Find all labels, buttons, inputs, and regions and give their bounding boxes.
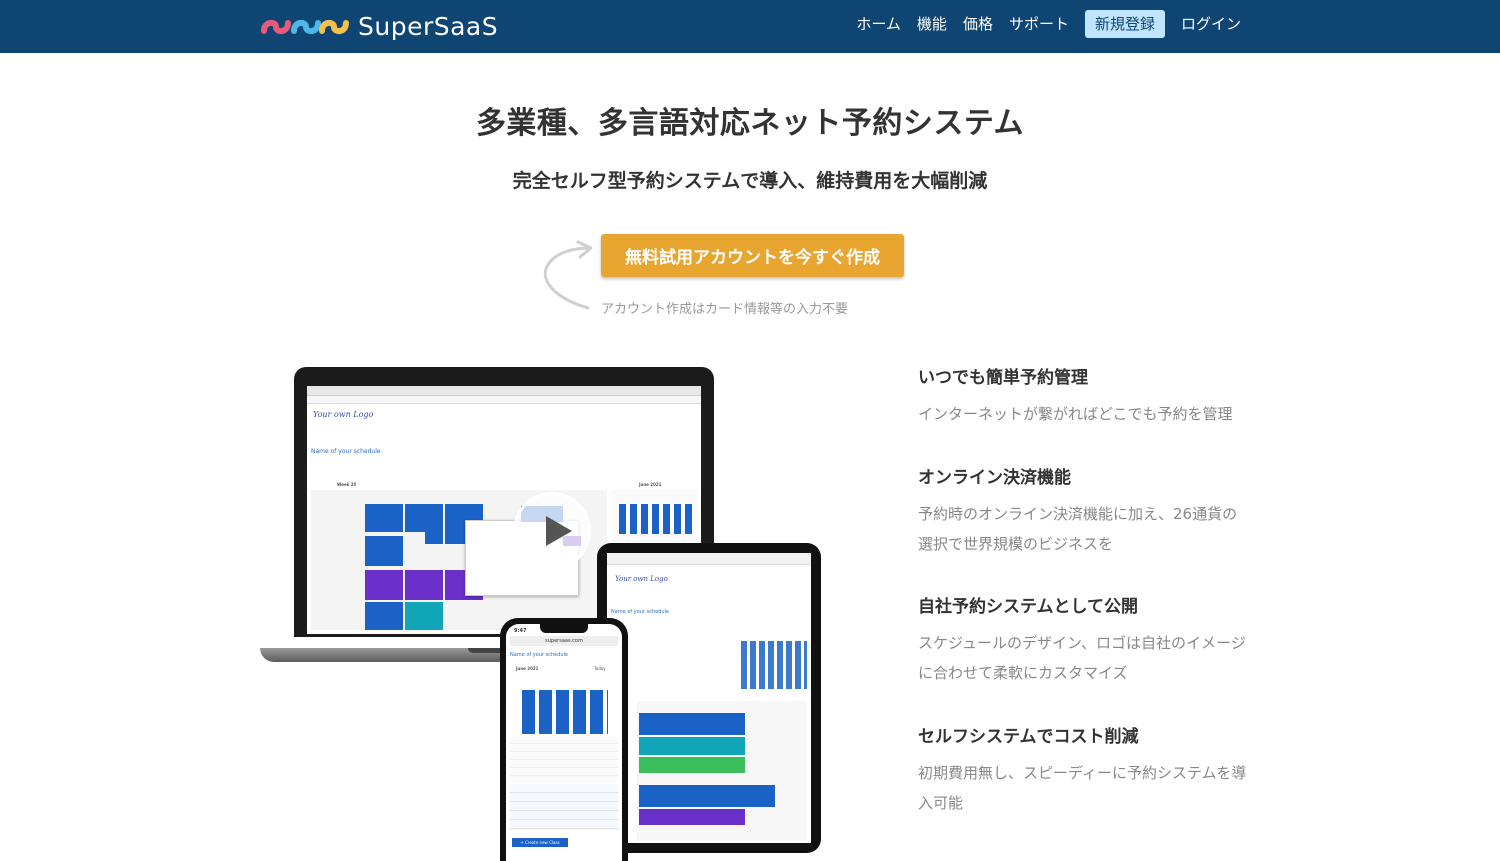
tablet-screen: Your own Logo Name of your schedule [607, 553, 811, 843]
main-nav: ホーム 機能 価格 サポート 新規登録 ログイン [840, 10, 1241, 38]
class-block [365, 504, 403, 532]
feature-item: いつでも簡単予約管理 インターネットが繋がればどこでも予約を管理 [918, 365, 1233, 429]
feature-desc: インターネットが繋がればどこでも予約を管理 [918, 405, 1233, 423]
tablet-your-logo: Your own Logo [615, 575, 668, 583]
feature-desc: 予約時のオンライン決済機能に加え、26通貨の選択で世界規模のビジネスを [918, 505, 1238, 553]
feature-desc: 初期費用無し、スピーディーに予約システムを導入可能 [918, 764, 1247, 812]
feature-item: 自社予約システムとして公開 スケジュールのデザイン、ロゴは自社のイメージに合わせ… [918, 594, 1248, 688]
feature-title: オンライン決済機能 [918, 468, 1071, 488]
browser-urlbar [307, 396, 701, 404]
devices-illustration: Your own Logo Name of your schedule Week… [258, 364, 828, 861]
feature-title: いつでも簡単予約管理 [918, 368, 1088, 388]
phone-urlbar: supersaas.com [510, 636, 618, 646]
tablet-urlbar [607, 553, 811, 565]
browser-tabbar [307, 386, 701, 396]
class-block [639, 785, 775, 807]
phone-calendar-rows [510, 736, 618, 782]
brand-logo[interactable]: SuperSaaS [260, 9, 498, 43]
hero-title: 多業種、多言語対応ネット予約システム [475, 106, 1025, 141]
class-block [365, 536, 403, 566]
laptop-schedule-title: Name of your schedule [311, 448, 381, 455]
phone-notch [540, 624, 588, 633]
nav-signup-button[interactable]: 新規登録 [1084, 10, 1165, 38]
nav-login[interactable]: ログイン [1181, 10, 1241, 38]
class-block [405, 602, 443, 630]
tablet-mockup: Your own Logo Name of your schedule [597, 543, 821, 853]
nav-features[interactable]: 機能 [917, 10, 947, 38]
phone-month-label: June 2021 [516, 666, 539, 671]
hero-subtitle: 完全セルフ型予約システムで導入、維持費用を大幅削減 [512, 170, 988, 192]
nav-support[interactable]: サポート [1009, 10, 1069, 38]
class-block [639, 809, 745, 825]
tablet-mini-calendar [741, 641, 807, 689]
brand-name: SuperSaaS [358, 11, 499, 41]
curved-arrow-icon [543, 240, 593, 310]
feature-title: セルフシステムでコスト削減 [918, 727, 1139, 747]
laptop-month-label: June 2021 [639, 482, 662, 487]
tablet-schedule-title: Name of your schedule [611, 609, 669, 615]
your-logo: Your own Logo [313, 410, 374, 419]
feature-item: セルフシステムでコスト削減 初期費用無し、スピーディーに予約システムを導入可能 [918, 724, 1248, 818]
phone-screen: 9:47 supersaas.com Name of your schedule… [506, 624, 622, 861]
phone-schedule-title: Name of your schedule [510, 652, 568, 658]
phone-class-list [510, 784, 618, 830]
phone-create-class-button[interactable]: + Create new Class [512, 838, 568, 847]
feature-desc: スケジュールのデザイン、ロゴは自社のイメージに合わせて柔軟にカスタマイズ [918, 634, 1246, 682]
create-free-account-button[interactable]: 無料試用アカウントを今すぐ作成 [601, 234, 904, 277]
class-block [405, 570, 443, 600]
laptop-week-label: Week 25 [337, 482, 357, 487]
phone-today-button[interactable]: Today [594, 666, 606, 671]
nav-home[interactable]: ホーム [856, 10, 901, 38]
play-icon[interactable] [513, 492, 591, 570]
supersaas-logo-icon [261, 19, 349, 35]
feature-title: 自社予約システムとして公開 [918, 597, 1138, 617]
phone-time: 9:47 [514, 628, 527, 634]
phone-mockup: 9:47 supersaas.com Name of your schedule… [500, 618, 628, 861]
top-navbar: SuperSaaS ホーム 機能 価格 サポート 新規登録 ログイン [0, 0, 1500, 53]
mini-calendar-days [619, 504, 693, 534]
feature-item: オンライン決済機能 予約時のオンライン決済機能に加え、26通貨の選択で世界規模の… [918, 465, 1248, 559]
class-block [639, 737, 745, 755]
phone-calendar-days [522, 690, 608, 734]
class-block [365, 602, 403, 630]
cta-note: アカウント作成はカード情報等の入力不要 [601, 302, 849, 317]
nav-pricing[interactable]: 価格 [963, 10, 993, 38]
class-block [365, 570, 403, 600]
class-block [639, 713, 745, 735]
class-block [639, 757, 745, 773]
class-block [425, 504, 443, 544]
